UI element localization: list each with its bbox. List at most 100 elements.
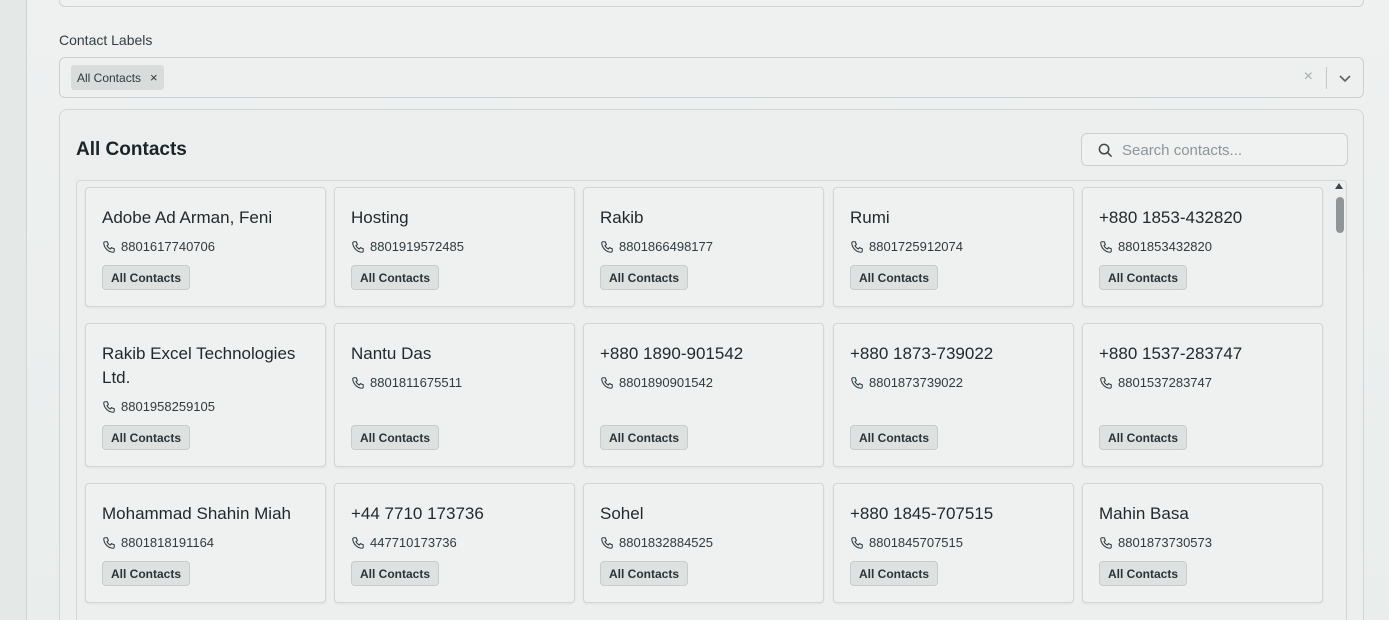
clear-selection-icon[interactable]: × (1304, 68, 1313, 86)
phone-icon (1100, 376, 1112, 389)
contact-phone-number: 8801537283747 (1118, 375, 1212, 390)
contact-card[interactable]: Rakib 8801866498177 All Contacts (583, 187, 824, 307)
search-input[interactable] (1122, 140, 1332, 160)
scrollbar[interactable] (1332, 181, 1346, 620)
contact-card[interactable]: +880 1873-739022 8801873739022 All Contact… (833, 323, 1074, 467)
contact-label-badge: All Contacts (1099, 265, 1188, 290)
contact-phone-number: 8801866498177 (619, 239, 713, 254)
contact-phone-number: 8801853432820 (1118, 239, 1212, 254)
contact-card[interactable]: Nantu Das 8801811675511 All Contacts (334, 323, 575, 467)
contact-phone: 8801832884525 (600, 535, 713, 550)
contact-phone-number: 8801811675511 (370, 375, 463, 390)
phone-icon (851, 240, 863, 253)
contact-phone-number: 8801725912074 (869, 239, 963, 254)
phone-icon (103, 400, 115, 413)
contact-name: +880 1873-739022 (850, 344, 994, 363)
scroll-up-arrow-icon[interactable] (1335, 183, 1343, 189)
contact-phone: 8801537283747 (1099, 375, 1212, 390)
contact-phone-number: 8801832884525 (619, 535, 713, 550)
contact-label-badge: All Contacts (850, 561, 939, 586)
phone-icon (851, 376, 863, 389)
contact-label-badge: All Contacts (102, 265, 191, 290)
contact-label-badge: All Contacts (600, 561, 689, 586)
phone-icon (601, 240, 613, 253)
contact-label-badge: All Contacts (1099, 425, 1188, 450)
contact-label-badge: All Contacts (850, 425, 939, 450)
scroll-thumb[interactable] (1336, 197, 1344, 233)
phone-icon (103, 536, 115, 549)
panel-title: All Contacts (76, 139, 187, 160)
phone-icon (103, 240, 115, 253)
contact-card[interactable]: Mohammad Shahin Miah 8801818191164 All Con… (85, 483, 326, 603)
chip-remove-icon[interactable]: × (150, 70, 158, 85)
contact-labels-label: Contact Labels (59, 32, 153, 48)
select-divider (1326, 67, 1327, 89)
contacts-panel: All Contacts Adobe Ad Arman, Feni 8801617… (59, 109, 1364, 620)
contact-card[interactable]: +44 7710 173736 447710173736 All Contacts (334, 483, 575, 603)
contact-card[interactable]: Hosting 8801919572485 All Contacts (334, 187, 575, 307)
contact-phone: 8801725912074 (850, 239, 963, 254)
left-sidebar-rail (0, 0, 27, 620)
selected-label-chip: All Contacts × (71, 65, 164, 90)
contacts-grid: Adobe Ad Arman, Feni 8801617740706 All Con… (76, 180, 1347, 620)
contact-card[interactable]: +880 1853-432820 8801853432820 All Contact… (1082, 187, 1323, 307)
contact-card[interactable]: +880 1537-283747 8801537283747 All Contact… (1082, 323, 1323, 467)
contact-name: +880 1890-901542 (600, 344, 744, 363)
contact-label-badge: All Contacts (351, 425, 440, 450)
contact-name: Rakib (600, 208, 644, 227)
phone-icon (352, 376, 364, 389)
contact-card[interactable]: +880 1845-707515 8801845707515 All Contact… (833, 483, 1074, 603)
contact-name: Rakib Excel Technologies Ltd. (102, 344, 296, 387)
phone-icon (601, 376, 613, 389)
contact-name: Mahin Basa (1099, 504, 1189, 523)
contact-phone: 8801873730573 (1099, 535, 1212, 550)
previous-field-box[interactable] (59, 0, 1364, 7)
contact-card[interactable]: Sohel 8801832884525 All Contacts (583, 483, 824, 603)
search-box[interactable] (1081, 133, 1348, 166)
contact-phone-number: 8801919572485 (370, 239, 464, 254)
contact-phone-number: 8801818191164 (121, 535, 215, 550)
contact-phone: 8801919572485 (351, 239, 464, 254)
contact-phone-number: 8801873739022 (869, 375, 963, 390)
contact-phone: 8801890901542 (600, 375, 713, 390)
contact-label-badge: All Contacts (351, 561, 440, 586)
phone-icon (352, 536, 364, 549)
contact-phone: 8801866498177 (600, 239, 713, 254)
contact-label-badge: All Contacts (1099, 561, 1188, 586)
contact-name: Hosting (351, 208, 409, 227)
contact-card[interactable]: Rumi 8801725912074 All Contacts (833, 187, 1074, 307)
contact-phone-number: 8801890901542 (619, 375, 713, 390)
contact-phone: 8801617740706 (102, 239, 215, 254)
contact-phone: 8801853432820 (1099, 239, 1212, 254)
contact-name: Nantu Das (351, 344, 432, 363)
contact-name: Rumi (850, 208, 890, 227)
phone-icon (601, 536, 613, 549)
contact-phone-number: 8801845707515 (869, 535, 963, 550)
contact-phone: 8801845707515 (850, 535, 963, 550)
contact-card[interactable]: Rakib Excel Technologies Ltd. 88019582591… (85, 323, 326, 467)
contact-name: Adobe Ad Arman, Feni (102, 208, 273, 227)
contact-card[interactable]: +880 1890-901542 8801890901542 All Contact… (583, 323, 824, 467)
contact-name: Sohel (600, 504, 644, 523)
phone-icon (851, 536, 863, 549)
contact-card[interactable]: Adobe Ad Arman, Feni 8801617740706 All Con… (85, 187, 326, 307)
contact-phone-number: 8801617740706 (121, 239, 215, 254)
contact-label-badge: All Contacts (600, 265, 689, 290)
contact-name: +880 1845-707515 (850, 504, 994, 523)
contact-phone: 447710173736 (351, 535, 457, 550)
contact-label-badge: All Contacts (850, 265, 939, 290)
contact-name: +880 1537-283747 (1099, 344, 1243, 363)
contact-phone: 8801811675511 (351, 375, 462, 390)
search-icon (1098, 143, 1113, 158)
contact-label-badge: All Contacts (351, 265, 440, 290)
phone-icon (1100, 240, 1112, 253)
chevron-down-icon[interactable] (1337, 70, 1353, 86)
contact-name: Mohammad Shahin Miah (102, 504, 291, 523)
contact-phone: 8801873739022 (850, 375, 963, 390)
contact-phone-number: 8801958259105 (121, 399, 215, 414)
phone-icon (1100, 536, 1112, 549)
contact-card[interactable]: Mahin Basa 8801873730573 All Contacts (1082, 483, 1323, 603)
contact-labels-select[interactable]: All Contacts × × (59, 57, 1364, 98)
contact-label-badge: All Contacts (102, 561, 191, 586)
contact-label-badge: All Contacts (600, 425, 689, 450)
